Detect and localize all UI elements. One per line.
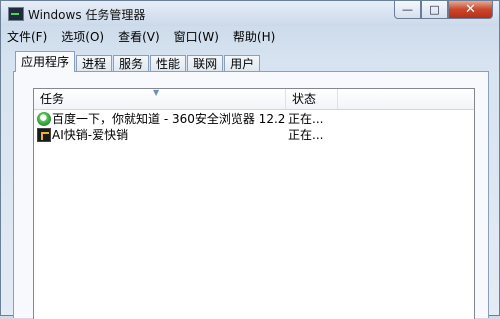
window-controls: — □ ✕	[394, 1, 493, 20]
minimize-button[interactable]: —	[394, 1, 421, 19]
column-header-status[interactable]: 状态	[286, 89, 338, 109]
table-row[interactable]: 百度一下，你就知道 - 360安全浏览器 12.2 正在...	[34, 111, 474, 127]
task-status: 正在...	[288, 128, 324, 142]
sort-arrow-icon: ▼	[153, 88, 160, 97]
tab-strip: 应用程序 进程 服务 性能 联网 用户	[15, 51, 261, 72]
title-bar[interactable]: Windows 任务管理器 — □ ✕	[1, 1, 499, 26]
menu-options[interactable]: 选项(O)	[61, 28, 104, 45]
close-button[interactable]: ✕	[448, 1, 493, 19]
maximize-button[interactable]: □	[421, 1, 448, 19]
menu-view[interactable]: 查看(V)	[118, 28, 160, 45]
tab-applications[interactable]: 应用程序	[15, 51, 76, 72]
ai-app-icon	[37, 128, 51, 142]
tab-performance[interactable]: 性能	[150, 55, 187, 72]
tab-users[interactable]: 用户	[224, 55, 261, 72]
360-browser-icon	[37, 112, 51, 126]
tab-networking[interactable]: 联网	[187, 55, 224, 72]
tab-processes[interactable]: 进程	[76, 55, 113, 72]
task-status: 正在...	[288, 112, 324, 126]
menu-file[interactable]: 文件(F)	[7, 28, 47, 45]
applications-panel: 任务 ▼ 状态 百度一下，你就知道 - 360安全浏览器 12.2 正在... …	[13, 71, 489, 319]
window-title: Windows 任务管理器	[28, 8, 146, 22]
menu-window[interactable]: 窗口(W)	[174, 28, 219, 45]
menu-bar: 文件(F) 选项(O) 查看(V) 窗口(W) 帮助(H)	[1, 26, 499, 47]
task-manager-icon	[8, 7, 24, 21]
task-name: 百度一下，你就知道 - 360安全浏览器 12.2	[52, 112, 286, 126]
column-header-task[interactable]: 任务	[34, 89, 286, 109]
task-manager-window: Windows 任务管理器 — □ ✕ 文件(F) 选项(O) 查看(V) 窗口…	[0, 0, 500, 319]
table-row[interactable]: AI快销-爱快销 正在...	[34, 127, 474, 143]
menu-help[interactable]: 帮助(H)	[233, 28, 275, 45]
list-header: 任务 ▼ 状态	[34, 88, 474, 110]
tab-services[interactable]: 服务	[113, 55, 150, 72]
task-list[interactable]: 任务 ▼ 状态 百度一下，你就知道 - 360安全浏览器 12.2 正在... …	[33, 88, 475, 319]
task-name: AI快销-爱快销	[52, 128, 129, 142]
